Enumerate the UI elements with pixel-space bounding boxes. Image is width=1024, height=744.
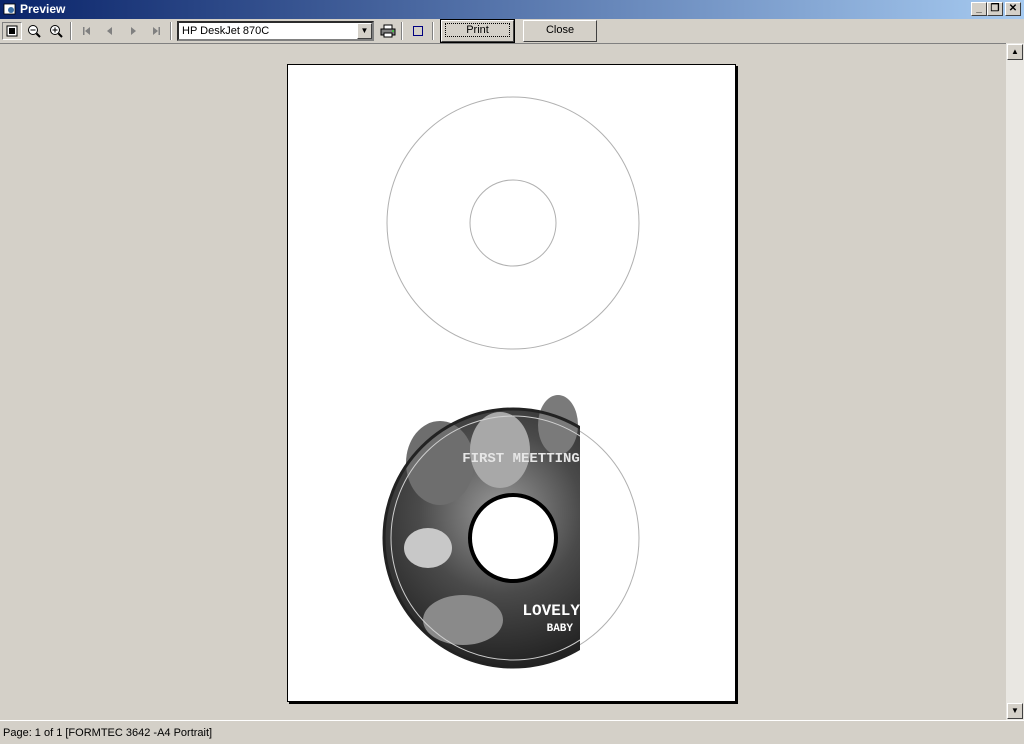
restore-icon: ❐ (990, 3, 1000, 14)
zoom-in-icon (50, 25, 63, 38)
status-text: Page: 1 of 1 [FORMTEC 3642 -A4 Portrait] (3, 727, 213, 739)
print-button[interactable]: Print (440, 19, 515, 43)
label-text-top: FIRST MEETTING (462, 451, 580, 467)
printer-select[interactable]: HP DeskJet 870C ▼ (177, 21, 374, 41)
cd-label-slot-top (386, 96, 640, 350)
close-icon: ✕ (1008, 3, 1018, 14)
printer-select-value: HP DeskJet 870C (182, 25, 270, 37)
print-button-label: Print (445, 23, 510, 37)
window-title: Preview (20, 2, 66, 16)
scroll-up-button[interactable]: ▲ (1007, 44, 1023, 60)
label-text-baby: BABY (547, 623, 574, 635)
printer-icon (380, 24, 396, 38)
next-page-button[interactable] (123, 22, 143, 40)
one-page-button[interactable] (2, 22, 22, 40)
status-bar: Page: 1 of 1 [FORMTEC 3642 -A4 Portrait] (0, 720, 1024, 744)
toolbar-separator (170, 22, 172, 40)
minimize-icon: _ (976, 3, 982, 14)
restore-button[interactable]: ❐ (987, 2, 1003, 16)
cd-label-layout: FIRST MEETTING LOVELY BABY (382, 96, 640, 669)
zoom-out-button[interactable] (24, 22, 44, 40)
previous-page-icon (107, 27, 112, 35)
first-page-button[interactable] (77, 22, 97, 40)
close-button-label: Close (545, 24, 575, 36)
preview-page: FIRST MEETTING LOVELY BABY (287, 64, 736, 702)
page-border-icon (413, 26, 423, 36)
one-page-icon (6, 25, 18, 37)
close-button[interactable]: Close (523, 20, 597, 42)
scroll-down-button[interactable]: ▼ (1007, 703, 1023, 719)
zoom-out-icon (28, 25, 41, 38)
printer-setup-button[interactable] (378, 22, 398, 40)
first-page-icon (83, 27, 90, 35)
close-window-button[interactable]: ✕ (1005, 2, 1021, 16)
preview-app-icon (3, 3, 16, 15)
zoom-in-button[interactable] (46, 22, 66, 40)
chevron-down-icon[interactable]: ▼ (357, 23, 372, 39)
last-page-button[interactable] (146, 22, 166, 40)
title-bar: Preview _ ❐ ✕ (0, 0, 1024, 19)
toolbar-separator (401, 22, 403, 40)
chevron-down-icon: ▼ (1011, 706, 1019, 715)
label-text-lovely: LOVELY (522, 602, 580, 620)
toolbar-separator (70, 22, 72, 40)
previous-page-button[interactable] (100, 22, 120, 40)
vertical-scrollbar[interactable]: ▲ ▼ (1006, 43, 1024, 720)
chevron-up-icon: ▲ (1011, 47, 1019, 56)
toolbar-separator (432, 22, 434, 40)
last-page-icon (153, 27, 160, 35)
page-border-button[interactable] (408, 22, 428, 40)
cd-label-slot-bottom: FIRST MEETTING LOVELY BABY (382, 395, 640, 669)
next-page-icon (131, 27, 136, 35)
minimize-button[interactable]: _ (971, 2, 987, 16)
